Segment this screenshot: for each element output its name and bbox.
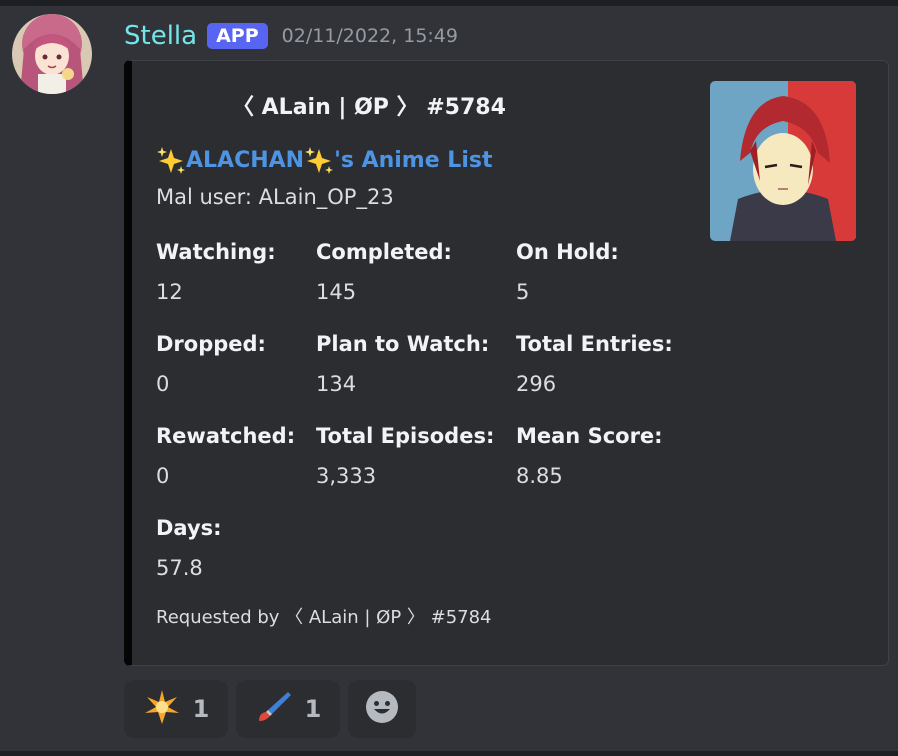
field-value: 134: [316, 372, 357, 396]
reaction-paintbrush[interactable]: 1: [236, 680, 340, 738]
timestamp[interactable]: 02/11/2022, 15:49: [282, 25, 458, 47]
field-dropped: Dropped: 0: [156, 331, 266, 397]
top-divider: [0, 0, 898, 6]
field-name: Dropped:: [156, 332, 266, 356]
field-value: 0: [156, 464, 170, 488]
embed-footer: Requested by 〈 ALain | ØP 〉 #5784: [156, 607, 492, 628]
reaction-glowing-star[interactable]: 1: [124, 680, 228, 738]
field-name: Days:: [156, 516, 222, 540]
field-value: 8.85: [516, 464, 563, 488]
app-badge: APP: [207, 23, 268, 49]
username[interactable]: Stella: [124, 21, 197, 51]
field-name: Rewatched:: [156, 424, 296, 448]
field-name: Total Entries:: [516, 332, 673, 356]
add-reaction-button[interactable]: [348, 680, 416, 738]
field-total-episodes: Total Episodes: 3,333: [316, 423, 494, 489]
anime-list-embed: 〈 ALain | ØP 〉 #5784 ALACHAN 's Anime Li…: [124, 60, 889, 666]
field-days: Days: 57.8: [156, 515, 222, 581]
field-name: On Hold:: [516, 240, 619, 264]
embed-title-link[interactable]: ALACHAN 's Anime List: [156, 145, 492, 175]
field-value: 3,333: [316, 464, 377, 488]
thumbnail-image: [710, 81, 856, 241]
field-total-entries: Total Entries: 296: [516, 331, 673, 397]
field-value: 145: [316, 280, 357, 304]
field-name: Mean Score:: [516, 424, 663, 448]
embed-title-suffix: 's Anime List: [334, 147, 493, 173]
field-value: 57.8: [156, 556, 203, 580]
bottom-divider: [0, 751, 898, 756]
field-value: 296: [516, 372, 557, 396]
glowing-star-icon: [143, 688, 181, 730]
reaction-count: 1: [192, 695, 210, 723]
field-value: 5: [516, 280, 530, 304]
field-name: Total Episodes:: [316, 424, 495, 448]
avatar-image: [12, 14, 92, 94]
field-mean-score: Mean Score: 8.85: [516, 423, 663, 489]
field-plan-to-watch: Plan to Watch: 134: [316, 331, 489, 397]
message-header: Stella APP 02/11/2022, 15:49: [124, 16, 458, 56]
sparkles-icon: [156, 145, 186, 175]
embed-description: Mal user: ALain_OP_23: [156, 185, 394, 209]
field-name: Plan to Watch:: [316, 332, 490, 356]
embed-author: 〈 ALain | ØP 〉 #5784: [232, 95, 506, 120]
field-rewatched: Rewatched: 0: [156, 423, 295, 489]
embed-thumbnail[interactable]: [710, 81, 856, 241]
field-value: 0: [156, 372, 170, 396]
field-value: 12: [156, 280, 183, 304]
add-reaction-smiley-icon: [365, 690, 399, 728]
embed-title-main: ALACHAN: [186, 147, 305, 173]
field-on-hold: On Hold: 5: [516, 239, 619, 305]
reaction-count: 1: [304, 695, 322, 723]
field-watching: Watching: 12: [156, 239, 276, 305]
user-avatar[interactable]: [12, 14, 92, 94]
sparkles-icon: [304, 145, 334, 175]
field-name: Completed:: [316, 240, 452, 264]
field-completed: Completed: 145: [316, 239, 452, 305]
paintbrush-icon: [255, 688, 293, 730]
field-name: Watching:: [156, 240, 276, 264]
